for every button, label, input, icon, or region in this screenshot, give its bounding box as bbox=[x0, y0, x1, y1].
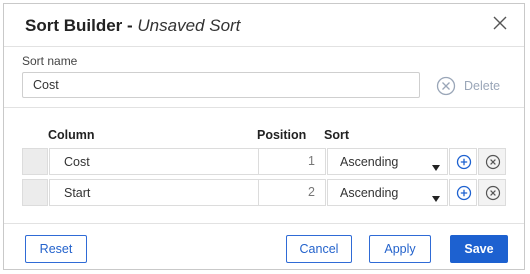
dialog-title-sub: Unsaved Sort bbox=[137, 16, 241, 35]
drag-handle[interactable] bbox=[22, 148, 48, 175]
add-row-button[interactable] bbox=[449, 179, 477, 206]
cancel-button[interactable]: Cancel bbox=[286, 235, 352, 263]
sort-name-label: Sort name bbox=[22, 54, 78, 68]
caret-down-icon bbox=[432, 196, 440, 202]
drag-handle[interactable] bbox=[22, 179, 48, 206]
sort-direction-value: Ascending bbox=[340, 186, 399, 200]
sort-row: Start 2 Ascending bbox=[22, 179, 512, 206]
apply-button[interactable]: Apply bbox=[369, 235, 431, 263]
column-select[interactable]: Start bbox=[49, 179, 276, 206]
column-header-position: Position bbox=[257, 128, 307, 142]
delete-label: Delete bbox=[464, 79, 501, 93]
divider bbox=[4, 107, 524, 108]
column-select-value: Cost bbox=[64, 155, 90, 169]
column-select[interactable]: Cost bbox=[49, 148, 276, 175]
column-header-sort: Sort bbox=[324, 128, 349, 142]
close-icon[interactable] bbox=[492, 15, 508, 31]
delete-circle-x-icon bbox=[436, 76, 456, 96]
add-row-button[interactable] bbox=[449, 148, 477, 175]
close-circle-icon bbox=[485, 154, 501, 170]
sort-builder-dialog: Sort Builder - Unsaved Sort Sort name De… bbox=[3, 3, 525, 270]
dialog-title-main: Sort Builder - bbox=[25, 16, 133, 35]
sort-direction-select[interactable]: Ascending bbox=[327, 148, 448, 175]
plus-circle-icon bbox=[456, 154, 472, 170]
sort-name-input[interactable] bbox=[22, 72, 420, 98]
position-input[interactable]: 2 bbox=[258, 179, 326, 206]
save-button[interactable]: Save bbox=[450, 235, 508, 263]
column-select-value: Start bbox=[64, 186, 91, 200]
position-input[interactable]: 1 bbox=[258, 148, 326, 175]
dialog-title: Sort Builder - Unsaved Sort bbox=[25, 16, 240, 36]
remove-row-button[interactable] bbox=[478, 148, 506, 175]
close-circle-icon bbox=[485, 185, 501, 201]
column-header-column: Column bbox=[48, 128, 95, 142]
plus-circle-icon bbox=[456, 185, 472, 201]
divider bbox=[4, 223, 524, 224]
reset-button[interactable]: Reset bbox=[25, 235, 87, 263]
sort-direction-select[interactable]: Ascending bbox=[327, 179, 448, 206]
delete-button[interactable]: Delete bbox=[436, 76, 500, 96]
sort-row: Cost 1 Ascending bbox=[22, 148, 512, 175]
remove-row-button[interactable] bbox=[478, 179, 506, 206]
caret-down-icon bbox=[432, 165, 440, 171]
sort-direction-value: Ascending bbox=[340, 155, 399, 169]
dialog-header: Sort Builder - Unsaved Sort bbox=[4, 4, 524, 47]
